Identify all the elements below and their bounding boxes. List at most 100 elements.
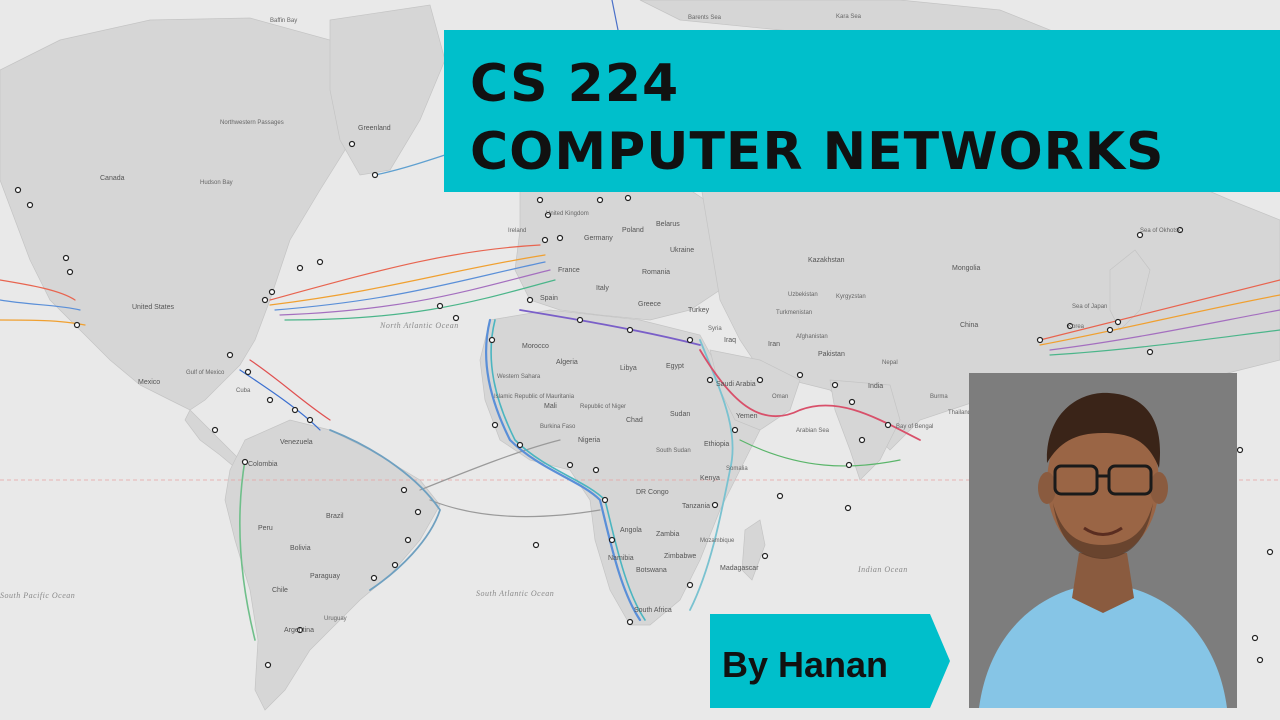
label-chile: Chile [272, 587, 288, 594]
label-sea-of-okhotsk: Sea of Okhotsk [1140, 228, 1182, 234]
landing-point-icon [624, 194, 632, 202]
label-cuba: Cuba [236, 388, 251, 394]
label-mongolia: Mongolia [952, 265, 981, 272]
course-name: COMPUTER NETWORKS [470, 122, 1165, 182]
label-somalia: Somalia [726, 466, 748, 472]
label-chad: Chad [626, 417, 643, 424]
landing-point-icon [266, 396, 274, 404]
label-iraq: Iraq [724, 337, 736, 344]
landing-point-icon [845, 461, 853, 469]
label-morocco: Morocco [522, 343, 549, 350]
label-greece: Greece [638, 301, 661, 308]
label-mozambique: Mozambique [700, 538, 735, 544]
label-bolivia: Bolivia [290, 545, 311, 552]
landing-point-icon [848, 398, 856, 406]
label-turkmenistan: Turkmenistan [776, 310, 812, 316]
label-south-atlantic-ocean: South Atlantic Ocean [476, 589, 554, 598]
landing-point-icon [776, 492, 784, 500]
label-colombia: Colombia [248, 461, 278, 468]
landing-point-icon [14, 186, 22, 194]
landing-point-icon [884, 421, 892, 429]
label-peru: Peru [258, 525, 273, 532]
label-arabian-sea: Arabian Sea [796, 428, 830, 434]
label-south-sudan: South Sudan [656, 448, 691, 454]
label-south-pacific-ocean: South Pacific Ocean [0, 591, 75, 600]
label-sudan: Sudan [670, 411, 690, 418]
label-dr-congo: DR Congo [636, 489, 669, 496]
landing-point-icon [686, 336, 694, 344]
label-zimbabwe: Zimbabwe [664, 553, 696, 560]
label-nepal: Nepal [882, 360, 898, 366]
label-mali: Mali [544, 403, 557, 410]
label-egypt: Egypt [666, 363, 684, 370]
landing-point-icon [414, 508, 422, 516]
label-italy: Italy [596, 285, 609, 292]
label-gulf-of-mexico: Gulf of Mexico [186, 370, 225, 376]
presenter-photo [969, 373, 1237, 708]
author-name: By Hanan [722, 644, 889, 685]
landing-point-icon [1106, 326, 1114, 334]
label-romania: Romania [642, 269, 670, 276]
landing-point-icon [601, 496, 609, 504]
label-nigeria: Nigeria [578, 437, 600, 444]
label-bay-of-bengal: Bay of Bengal [896, 424, 933, 430]
landing-point-icon [436, 302, 444, 310]
landing-point-icon [1256, 656, 1264, 664]
landing-point-icon [371, 171, 379, 179]
landing-point-icon [1266, 548, 1274, 556]
label-china: China [960, 322, 978, 329]
label-hudson-bay: Hudson Bay [200, 180, 233, 186]
label-united-states: United States [132, 304, 175, 311]
label-france: France [558, 267, 580, 274]
landing-point-icon [306, 416, 314, 424]
landing-point-icon [261, 296, 269, 304]
label-pakistan: Pakistan [818, 351, 845, 358]
label-kazakhstan: Kazakhstan [808, 257, 845, 264]
label-venezuela: Venezuela [280, 439, 313, 446]
landing-point-icon [756, 376, 764, 384]
landing-point-icon [796, 371, 804, 379]
label-uruguay: Uruguay [324, 616, 347, 622]
course-title-banner: CS 224 COMPUTER NETWORKS [444, 30, 1280, 192]
landing-point-icon [516, 441, 524, 449]
label-poland: Poland [622, 227, 644, 234]
landing-point-icon [241, 458, 249, 466]
label-north-atlantic-ocean: North Atlantic Ocean [379, 321, 459, 330]
landing-point-icon [264, 661, 272, 669]
landing-point-icon [576, 316, 584, 324]
landing-point-icon [244, 368, 252, 376]
label-argentina: Argentina [284, 627, 314, 634]
landing-point-icon [596, 196, 604, 204]
label-india: India [868, 383, 883, 390]
landing-point-icon [1251, 634, 1259, 642]
label-syria: Syria [708, 326, 722, 332]
landing-point-icon [291, 406, 299, 414]
label-ireland: Ireland [508, 228, 526, 234]
ear-left [1038, 472, 1056, 504]
landing-point-icon [844, 504, 852, 512]
label-yemen: Yemen [736, 413, 758, 420]
label-baffin-bay: Baffin Bay [270, 18, 297, 24]
label-indian-ocean: Indian Ocean [857, 565, 908, 574]
label-barents-sea: Barents Sea [688, 15, 722, 21]
label-angola: Angola [620, 527, 642, 534]
label-united-kingdom: United Kingdom [546, 211, 589, 217]
label-algeria: Algeria [556, 359, 578, 366]
landing-point-icon [626, 618, 634, 626]
landing-point-icon [391, 561, 399, 569]
label-paraguay: Paraguay [310, 573, 340, 580]
label-kenya: Kenya [700, 475, 720, 482]
landing-point-icon [211, 426, 219, 434]
landing-point-icon [66, 268, 74, 276]
landing-point-icon [608, 536, 616, 544]
label-northwestern-passages: Northwestern Passages [220, 120, 284, 126]
label-ethiopia: Ethiopia [704, 441, 729, 448]
label-kara-sea: Kara Sea [836, 14, 862, 20]
label-ukraine: Ukraine [670, 247, 694, 254]
landing-point-icon [400, 486, 408, 494]
landing-point-icon [532, 541, 540, 549]
label-germany: Germany [584, 235, 613, 242]
label-korea: Korea [1068, 324, 1085, 330]
landing-point-icon [686, 581, 694, 589]
label-brazil: Brazil [326, 513, 344, 520]
